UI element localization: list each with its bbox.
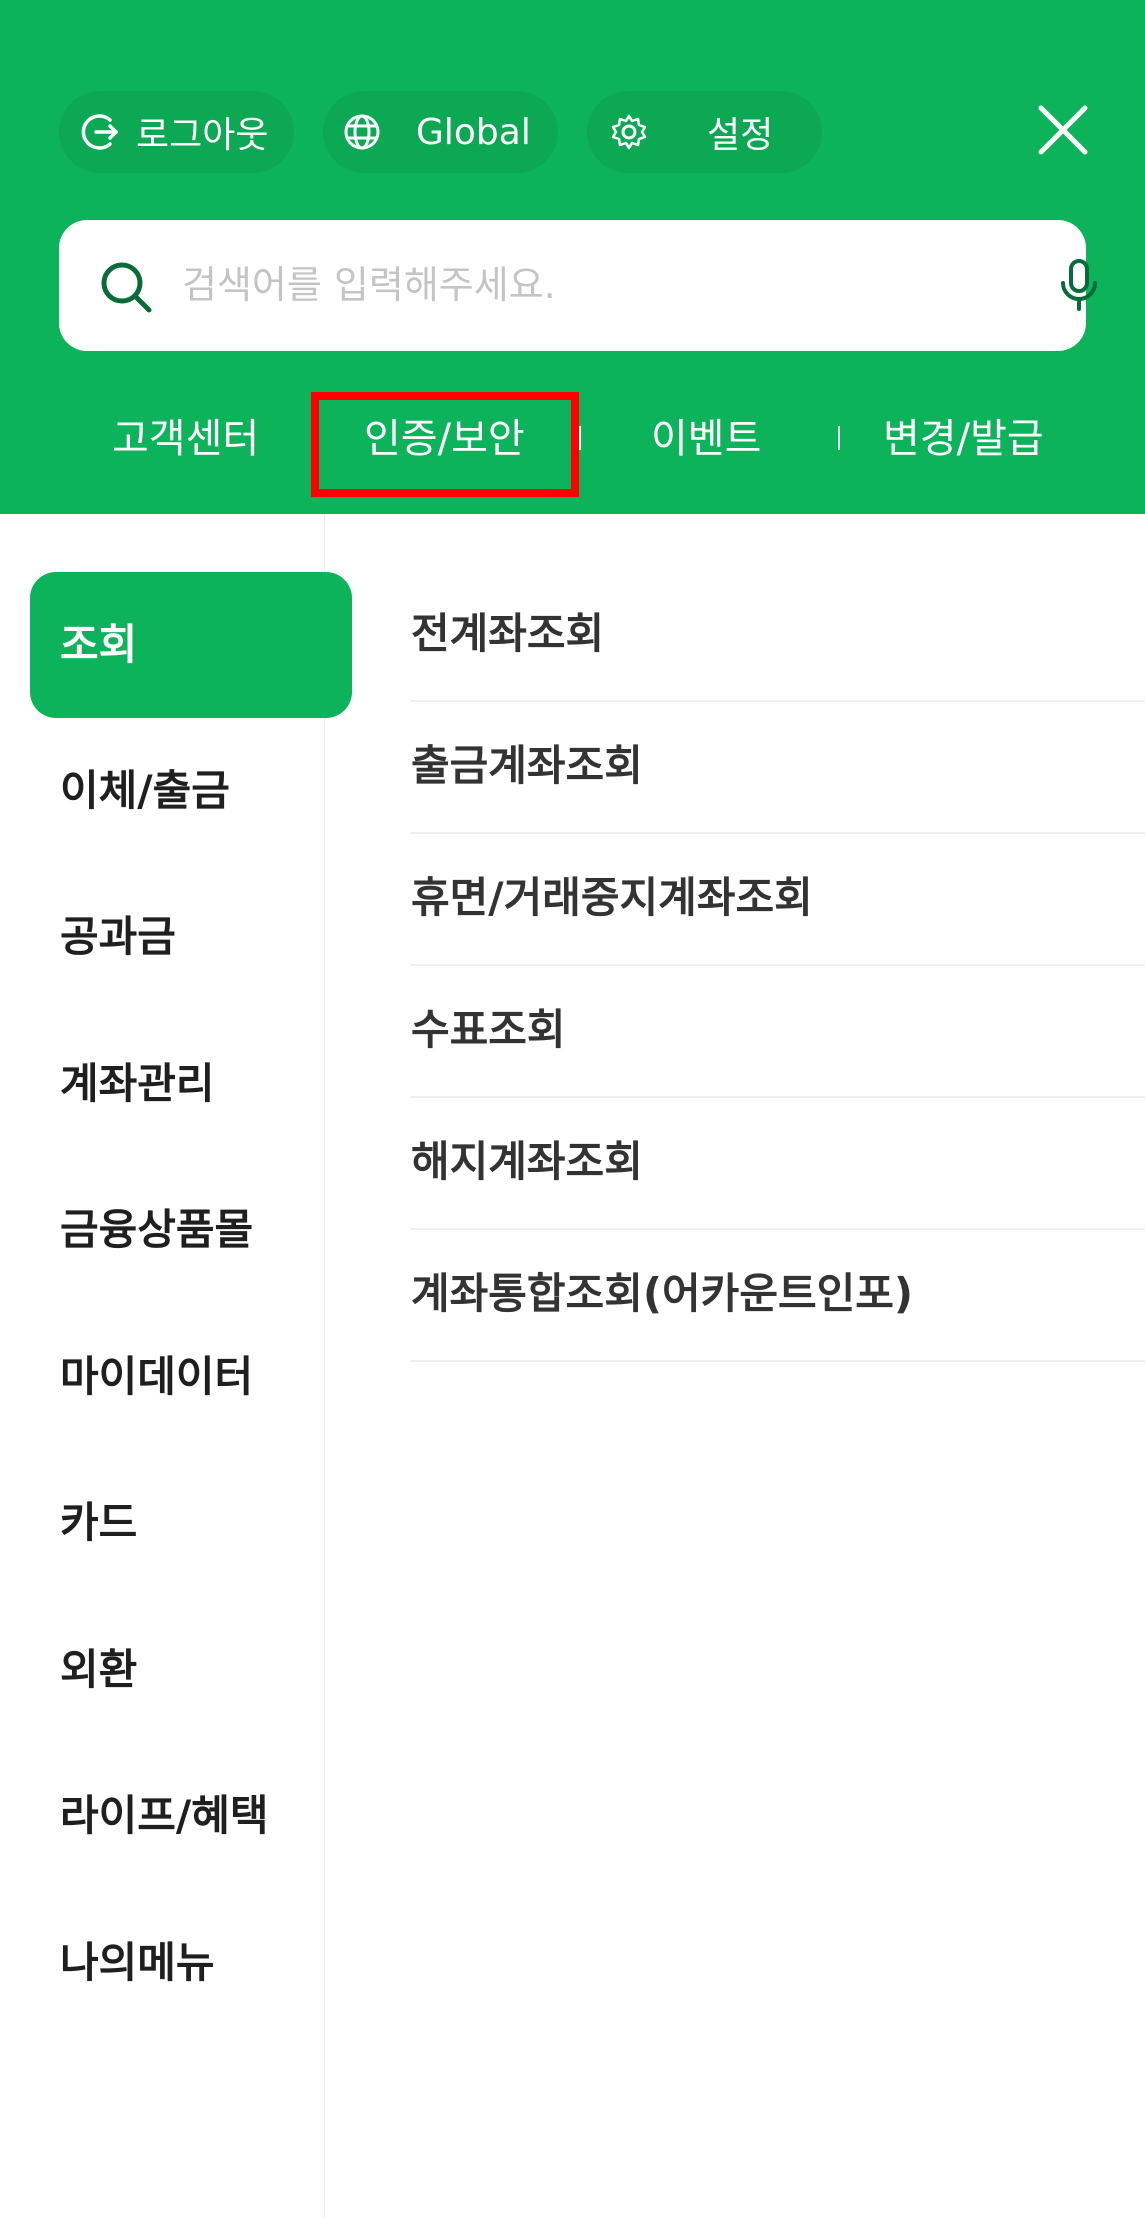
submenu-item-withdrawal-account[interactable]: 출금계좌조회 <box>411 702 1145 834</box>
sidebar-item-utility-bills[interactable]: 공과금 <box>30 864 352 1010</box>
global-button[interactable]: Global <box>323 91 558 173</box>
sidebar: 조회 이체/출금 공과금 계좌관리 금융상품몰 마이데이터 카드 외환 라이프/… <box>0 514 352 2218</box>
quick-link-customer-center[interactable]: 고객센터 <box>112 396 259 482</box>
settings-label: 설정 <box>707 115 774 156</box>
submenu-item-dormant-account[interactable]: 휴면/거래중지계좌조회 <box>411 834 1145 966</box>
submenu-item-all-accounts[interactable]: 전계좌조회 <box>411 570 1145 702</box>
close-icon[interactable] <box>1037 104 1089 156</box>
search-icon[interactable] <box>99 260 153 314</box>
quick-link-divider <box>579 426 581 450</box>
microphone-icon[interactable] <box>1049 255 1109 315</box>
gear-icon <box>609 112 649 152</box>
logout-button[interactable]: 로그아웃 <box>59 91 294 173</box>
submenu-item-account-info[interactable]: 계좌통합조회(어카운트인포) <box>411 1230 1145 1362</box>
sidebar-item-my-menu[interactable]: 나의메뉴 <box>30 1890 352 2036</box>
submenu-item-closed-account[interactable]: 해지계좌조회 <box>411 1098 1145 1230</box>
sidebar-item-inquiry[interactable]: 조회 <box>30 572 352 718</box>
globe-icon <box>342 112 382 152</box>
search-bar[interactable]: 검색어를 입력해주세요. <box>59 220 1097 351</box>
sidebar-item-transfer[interactable]: 이체/출금 <box>30 718 352 864</box>
logout-icon <box>80 112 120 152</box>
sidebar-item-mydata[interactable]: 마이데이터 <box>30 1304 352 1450</box>
settings-button[interactable]: 설정 <box>587 91 822 173</box>
submenu-item-check-inquiry[interactable]: 수표조회 <box>411 966 1145 1098</box>
sidebar-item-card[interactable]: 카드 <box>30 1450 352 1596</box>
highlight-box <box>311 392 579 497</box>
quick-link-divider <box>838 426 840 450</box>
search-input[interactable]: 검색어를 입력해주세요. <box>182 220 556 351</box>
sidebar-item-exchange[interactable]: 외환 <box>30 1597 352 1743</box>
sidebar-item-account-mgmt[interactable]: 계좌관리 <box>30 1011 352 1157</box>
global-label: Global <box>416 111 531 153</box>
quick-link-change-issue[interactable]: 변경/발급 <box>883 396 1044 482</box>
sidebar-item-financial-mall[interactable]: 금융상품몰 <box>30 1157 352 1303</box>
header: 로그아웃 Global 설정 검색어를 입력해주세요. 고객센터 인증/보안 이… <box>0 0 1145 514</box>
quick-link-event[interactable]: 이벤트 <box>651 396 761 482</box>
sidebar-item-life-benefits[interactable]: 라이프/혜택 <box>30 1743 352 1889</box>
logout-label: 로그아웃 <box>136 115 269 156</box>
